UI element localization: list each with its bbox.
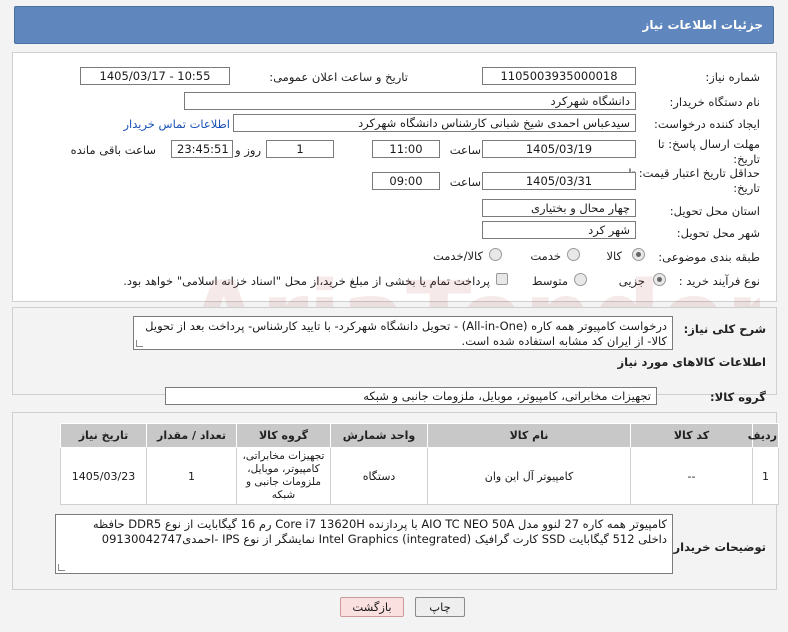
deadline-time-field: 11:00	[372, 140, 440, 158]
city-field: شهر کرد	[482, 221, 636, 239]
table-row: 1 -- کامپیوتر آل این وان دستگاه تجهیزات …	[60, 447, 779, 505]
process-minor-radio[interactable]	[653, 273, 666, 286]
category-both-label: کالا/خدمت	[432, 249, 483, 263]
process-medium-label: متوسط	[531, 274, 568, 288]
province-field: چهار محال و بختیاری	[482, 199, 636, 217]
days-remaining-field: 1	[266, 140, 334, 158]
buyer-contact-link[interactable]: اطلاعات تماس خریدار	[123, 117, 230, 131]
col-row-header: ردیف	[748, 423, 779, 448]
buyer-notes-textarea[interactable]: کامپیوتر همه کاره 27 لنوو مدل AIO TC NEO…	[55, 514, 673, 574]
cell-date: 1405/03/23	[60, 447, 147, 505]
cell-code: --	[630, 447, 753, 505]
process-medium-radio[interactable]	[574, 273, 587, 286]
creator-label: ایجاد کننده درخواست:	[654, 117, 760, 131]
days-label: روز و	[235, 143, 261, 157]
need-number-label: شماره نیاز:	[705, 70, 760, 84]
announce-label: تاریخ و ساعت اعلان عمومی:	[269, 70, 408, 84]
validity-label: حداقل تاریخ اعتبار قیمت: تا تاریخ:	[628, 166, 760, 195]
buyer-org-field: دانشگاه شهرکرد	[184, 92, 636, 110]
validity-date-field: 1405/03/31	[482, 172, 636, 190]
goods-group-label: گروه کالا:	[710, 390, 766, 404]
category-both-radio[interactable]	[489, 248, 502, 261]
treasury-payment-checkbox[interactable]	[496, 273, 508, 285]
back-button[interactable]: بازگشت	[340, 597, 404, 617]
print-button[interactable]: چاپ	[415, 597, 465, 617]
cell-row: 1	[752, 447, 779, 505]
summary-label: شرح کلی نیاز:	[683, 322, 766, 336]
remaining-time-field: 23:45:51	[171, 140, 233, 158]
remaining-label: ساعت باقی مانده	[70, 143, 156, 157]
table-header-row: ردیف کد کالا نام کالا واحد شمارش گروه کا…	[60, 423, 779, 448]
cell-unit: دستگاه	[330, 447, 428, 505]
summary-textarea[interactable]: درخواست کامپیوتر همه کاره (All-in-One) -…	[133, 316, 673, 350]
city-label: شهر محل تحویل:	[676, 226, 760, 240]
announce-datetime-field: 1405/03/17 - 10:55	[80, 67, 230, 85]
deadline-label: مهلت ارسال پاسخ: تا تاریخ:	[657, 137, 760, 166]
page-header: جزئیات اطلاعات نیاز	[14, 6, 774, 44]
deadline-time-label: ساعت	[449, 143, 481, 157]
province-label: استان محل تحویل:	[669, 204, 760, 218]
creator-field: سیدعباس احمدی شیخ شبانی کارشناس دانشگاه …	[233, 114, 636, 132]
summary-text: درخواست کامپیوتر همه کاره (All-in-One) -…	[145, 319, 667, 348]
category-service-radio[interactable]	[567, 248, 580, 261]
col-group-header: گروه کالا	[236, 423, 331, 448]
page-title: جزئیات اطلاعات نیاز	[642, 18, 763, 32]
process-label: نوع فرآیند خرید :	[678, 274, 760, 288]
cell-name: کامپیوتر آل این وان	[427, 447, 631, 505]
col-unit-header: واحد شمارش	[330, 423, 428, 448]
buyer-notes-label: توضیحات خریدار:	[668, 540, 766, 554]
col-code-header: کد کالا	[630, 423, 753, 448]
category-label: طبقه بندی موضوعی:	[658, 250, 760, 264]
treasury-payment-note: پرداخت تمام یا بخشی از مبلغ خرید،از محل …	[123, 274, 490, 288]
validity-time-field: 09:00	[372, 172, 440, 190]
goods-table: ردیف کد کالا نام کالا واحد شمارش گروه کا…	[60, 423, 779, 505]
validity-time-label: ساعت	[449, 175, 481, 189]
need-number-field: 1105003935000018	[482, 67, 636, 85]
resize-handle-icon[interactable]	[58, 564, 65, 571]
category-goods-label: کالا	[606, 249, 622, 263]
deadline-date-field: 1405/03/19	[482, 140, 636, 158]
cell-group: تجهیزات مخابراتی، کامپیوتر، موبایل، ملزو…	[236, 447, 331, 505]
goods-info-title: اطلاعات کالاهای مورد نیاز	[617, 355, 766, 369]
col-qty-header: تعداد / مقدار	[146, 423, 237, 448]
col-date-header: تاریخ نیاز	[60, 423, 147, 448]
process-minor-label: جزیی	[618, 274, 645, 288]
cell-qty: 1	[146, 447, 237, 505]
category-goods-radio[interactable]	[632, 248, 645, 261]
buyer-org-label: نام دستگاه خریدار:	[669, 95, 760, 109]
resize-handle-icon[interactable]	[136, 340, 143, 347]
buyer-notes-text: کامپیوتر همه کاره 27 لنوو مدل AIO TC NEO…	[92, 517, 667, 546]
category-service-label: خدمت	[530, 249, 561, 263]
goods-group-field: تجهیزات مخابراتی، کامپیوتر، موبایل، ملزو…	[165, 387, 657, 405]
col-name-header: نام کالا	[427, 423, 631, 448]
